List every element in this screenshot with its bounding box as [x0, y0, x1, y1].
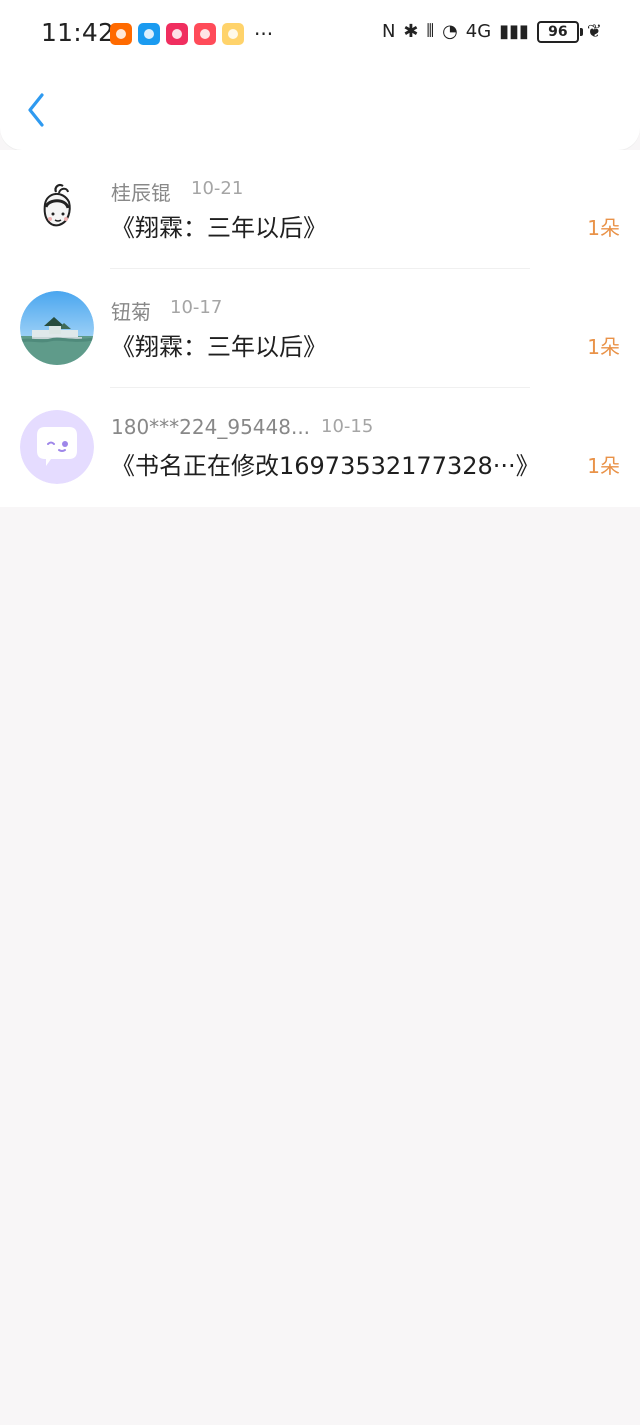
- shopping-app-icon-2: [194, 23, 216, 45]
- more-notifications-icon: ···: [254, 22, 274, 46]
- top-nav-bar: [0, 68, 640, 150]
- bluetooth-icon: ✱: [403, 21, 419, 42]
- sender-name: 180***224_95448...: [111, 415, 311, 439]
- avatar: [20, 172, 94, 246]
- battery-indicator: 96: [536, 21, 583, 43]
- farm-app-icon: [222, 23, 244, 45]
- avatar: [20, 410, 94, 484]
- network-label: 4G: [465, 21, 492, 42]
- flower-count: 1朵: [587, 335, 620, 359]
- shopping-app-icon: [166, 23, 188, 45]
- wifi-icon: ◔: [442, 21, 458, 42]
- cloud-icon: [138, 23, 160, 45]
- list-item[interactable]: 桂辰锟 10-21 《翔霖：三年以后》 1朵: [0, 150, 640, 269]
- vibrate-icon: ⫴: [426, 21, 435, 42]
- empty-content-area: [0, 507, 640, 1425]
- nfc-icon: N: [381, 21, 396, 42]
- list-item[interactable]: 180***224_95448... 10-15 《书名正在修改16973532…: [0, 388, 640, 507]
- gift-date: 10-17: [170, 297, 223, 318]
- landscape-avatar-image: [20, 291, 94, 365]
- book-title: 《翔霖：三年以后》: [111, 214, 327, 242]
- list-item[interactable]: 钮菊 10-17 《翔霖：三年以后》 1朵: [0, 269, 640, 388]
- book-title: 《翔霖：三年以后》: [111, 333, 327, 361]
- gift-date: 10-15: [321, 416, 374, 437]
- sender-name: 钮菊: [111, 300, 151, 324]
- flower-count: 1朵: [587, 216, 620, 240]
- notification-icons: ···: [110, 22, 273, 46]
- chevron-left-icon: [28, 93, 44, 127]
- system-status-icons: N ✱ ⫴ ◔ 4G ▮▮▮ 96 ❦: [382, 20, 602, 44]
- gift-list: 桂辰锟 10-21 《翔霖：三年以后》 1朵 钮菊 10-17 《翔霖：三年以后…: [0, 150, 640, 507]
- gift-date: 10-21: [191, 178, 244, 199]
- book-title: 《书名正在修改16973532177328···》: [111, 452, 540, 480]
- back-button[interactable]: [18, 88, 54, 132]
- chat-bubble-avatar-icon: [20, 410, 94, 484]
- flower-count: 1朵: [587, 454, 620, 478]
- signal-icon: ▮▮▮: [499, 21, 529, 42]
- avatar: [20, 291, 94, 365]
- sender-name: 桂辰锟: [111, 181, 171, 205]
- leaf-icon: ❦: [586, 21, 602, 42]
- status-time: 11:42: [41, 18, 115, 47]
- avatar-illustration: [20, 172, 94, 246]
- taobao-icon: [110, 23, 132, 45]
- status-bar: 11:42 ··· N ✱ ⫴ ◔ 4G ▮▮▮ 96 ❦: [0, 0, 640, 68]
